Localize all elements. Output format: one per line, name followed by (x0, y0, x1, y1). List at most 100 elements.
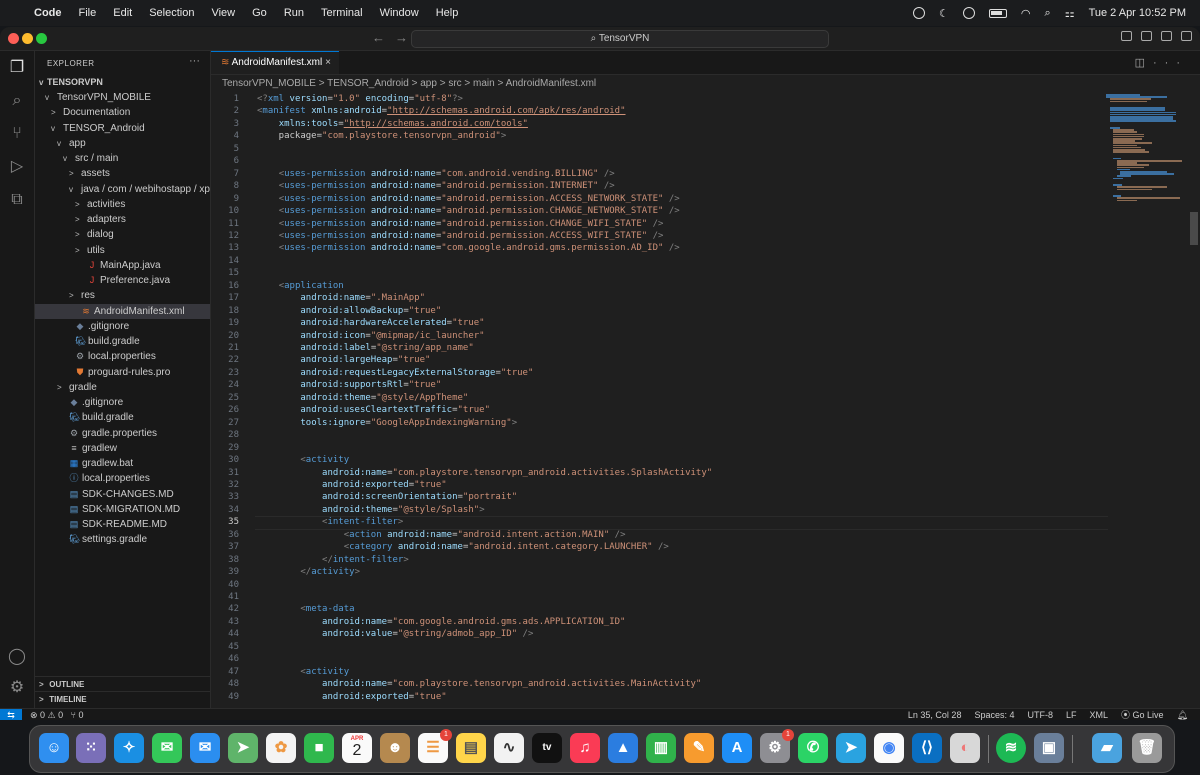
code-line[interactable]: <uses-permission android:name="android.p… (257, 206, 680, 216)
folder-item[interactable]: v app (35, 136, 210, 151)
settings-gear-icon[interactable]: ⚙ (8, 679, 26, 697)
file-item[interactable]: ◆ .gitignore (35, 395, 210, 410)
code-line[interactable]: tools:ignore="GoogleAppIndexingWarning"> (257, 418, 517, 428)
accounts-icon[interactable]: ◯ (8, 648, 26, 666)
chrome-icon[interactable]: ◉ (874, 733, 904, 763)
messages-icon[interactable]: ✉ (152, 733, 182, 763)
code-line[interactable]: <meta-data (257, 604, 354, 614)
run-debug-icon[interactable]: ▷ (8, 158, 26, 176)
file-item[interactable]: ▦ gradlew.bat (35, 456, 210, 471)
downloads-folder-icon[interactable]: ▰ (1092, 733, 1122, 763)
finder-icon[interactable]: ☺ (39, 733, 69, 763)
code-line[interactable]: android:icon="@mipmap/ic_launcher" (257, 331, 484, 341)
code-line[interactable]: android:name="com.playstore.tensorvpn_an… (257, 468, 712, 478)
file-item[interactable]: J Preference.java (35, 273, 210, 288)
file-item[interactable]: ⚙ local.properties (35, 349, 210, 364)
calendar-icon[interactable]: APR 2 (342, 733, 372, 763)
notifications-bell-icon[interactable]: 🔔︎ (1177, 709, 1188, 720)
indentation[interactable]: Spaces: 4 (974, 709, 1014, 720)
code-line[interactable]: <uses-permission android:name="android.p… (257, 194, 680, 204)
preview-icon[interactable]: ▣ (1034, 733, 1064, 763)
problems-indicator[interactable]: ⊗ 0 ⚠ 0 (30, 710, 63, 720)
code-line[interactable]: <activity (257, 667, 349, 677)
command-center-search[interactable]: ⌕ TensorVPN (411, 30, 829, 48)
go-live-button[interactable]: ⦿ Go Live (1121, 709, 1164, 720)
file-item[interactable]: ≡ gradlew (35, 441, 210, 456)
menu-help[interactable]: Help (436, 7, 459, 19)
close-window-button[interactable] (8, 33, 19, 44)
customize-layout-icon[interactable] (1181, 31, 1192, 41)
folder-item[interactable]: v TensorVPN_MOBILE (35, 90, 210, 105)
file-item[interactable]: ▤ SDK-README.MD (35, 517, 210, 532)
source-control-icon[interactable]: ⑂ (8, 125, 26, 143)
code-line[interactable]: <uses-permission android:name="android.p… (257, 219, 664, 229)
code-line[interactable]: android:label="@string/app_name" (257, 343, 473, 353)
code-line[interactable]: </activity> (257, 567, 360, 577)
trash-icon[interactable]: 🗑︎ (1132, 733, 1162, 763)
end-of-line[interactable]: LF (1066, 709, 1077, 720)
code-line[interactable]: android:value="@string/admob_app_ID" /> (257, 629, 533, 639)
contacts-icon[interactable]: ☻ (380, 733, 410, 763)
search-icon[interactable]: ⌕ (1045, 7, 1051, 20)
keynote-icon[interactable]: ▲ (608, 733, 638, 763)
clock[interactable]: Tue 2 Apr 10:52 PM (1089, 7, 1186, 19)
code-line[interactable]: <?xml version="1.0" encoding="utf-8"?> (257, 94, 463, 104)
code-line[interactable]: android:hardwareAccelerated="true" (257, 318, 484, 328)
file-item[interactable]: 🐘︎ build.gradle (35, 334, 210, 349)
photos-icon[interactable]: ✿ (266, 733, 296, 763)
toggle-secondary-sidebar-icon[interactable] (1161, 31, 1172, 41)
maximize-window-button[interactable] (36, 33, 47, 44)
more-actions-icon[interactable]: ··· (189, 55, 200, 67)
safari-icon[interactable]: ✧ (114, 733, 144, 763)
minimap[interactable] (1106, 94, 1186, 334)
pages-icon[interactable]: ✎ (684, 733, 714, 763)
folder-item[interactable]: > utils (35, 243, 210, 258)
code-line[interactable]: android:largeHeap="true" (257, 355, 430, 365)
folder-item[interactable]: > gradle (35, 380, 210, 395)
outline-section[interactable]: > OUTLINE (35, 676, 210, 691)
vpn-status-icon[interactable] (913, 7, 926, 19)
freeform-icon[interactable]: ∿ (494, 733, 524, 763)
ports-indicator[interactable]: ⑂ 0 (71, 710, 84, 720)
language-mode[interactable]: XML (1090, 709, 1109, 720)
launchpad-icon[interactable]: ⁙ (76, 733, 106, 763)
folder-item[interactable]: v java / com / webihostapp / xpro... (35, 182, 210, 197)
file-item[interactable]: ⚙ gradle.properties (35, 426, 210, 441)
control-center-icon[interactable]: ⚏ (1065, 7, 1075, 20)
timeline-section[interactable]: > TIMELINE (35, 691, 210, 706)
code-line[interactable]: xmlns:tools="http://schemas.android.com/… (257, 119, 528, 129)
menu-terminal[interactable]: Terminal (321, 7, 363, 19)
folder-item[interactable]: > assets (35, 166, 210, 181)
folder-item[interactable]: v src / main (35, 151, 210, 166)
code-line[interactable]: android:exported="true" (257, 480, 447, 490)
editor-actions[interactable]: ◫··· (1135, 56, 1188, 69)
menu-code[interactable]: Code (34, 7, 62, 19)
folder-item[interactable]: > res (35, 288, 210, 303)
scrollbar-thumb[interactable] (1190, 212, 1198, 245)
music-icon[interactable]: ♫ (570, 733, 600, 763)
openvpn-icon[interactable]: ◐ (950, 733, 980, 763)
code-line[interactable]: android:theme="@style/AppTheme" (257, 393, 468, 403)
whatsapp-icon[interactable]: ✆ (798, 733, 828, 763)
battery-icon[interactable] (988, 8, 1007, 18)
search-icon[interactable]: ⌕ (8, 92, 26, 110)
play-icon[interactable] (962, 7, 975, 19)
wifi-icon[interactable]: ◠ (1021, 7, 1031, 20)
telegram-icon[interactable]: ➤ (836, 733, 866, 763)
extensions-icon[interactable]: ⧉ (8, 191, 26, 209)
code-line[interactable]: android:usesCleartextTraffic="true" (257, 405, 490, 415)
menu-go[interactable]: Go (252, 7, 267, 19)
menu-view[interactable]: View (211, 7, 235, 19)
code-line[interactable]: android:theme="@style/Splash"> (257, 505, 485, 515)
file-item[interactable]: ▤ SDK-MIGRATION.MD (35, 502, 210, 517)
tab-androidmanifest[interactable]: ≋ AndroidManifest.xml × (211, 51, 339, 74)
folder-item[interactable]: v TENSOR_Android (35, 121, 210, 136)
app-store-icon[interactable]: A (722, 733, 752, 763)
toggle-panel-icon[interactable] (1141, 31, 1152, 41)
toggle-sidebar-icon[interactable] (1121, 31, 1132, 41)
breadcrumb[interactable]: TensorVPN_MOBILE > TENSOR_Android > app … (222, 78, 596, 89)
menu-selection[interactable]: Selection (149, 7, 194, 19)
code-line[interactable]: <activity (257, 455, 349, 465)
code-line[interactable]: android:supportsRtl="true" (257, 380, 441, 390)
file-item[interactable]: ≋ AndroidManifest.xml (35, 303, 210, 319)
